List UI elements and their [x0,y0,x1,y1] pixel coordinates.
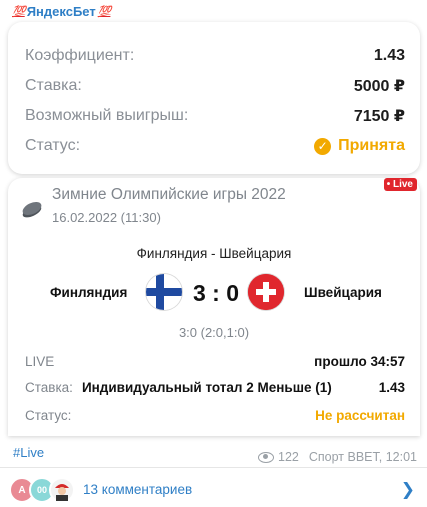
hundred-emoji-icon: 💯 [12,5,26,18]
match-title: Финляндия - Швейцария [136,246,292,261]
live-row: LIVE прошло 34:57 [25,350,405,372]
coefficient-value: 1.43 [373,47,405,64]
eye-icon [258,451,275,463]
check-circle-icon: ✓ [314,137,332,155]
author-time: Спорт BBET, 12:01 [308,450,417,464]
flag-switzerland-icon [248,274,284,310]
bet-row: Ставка: Индивидуальный тотал 2 Меньше (1… [25,376,405,398]
stake-row: Ставка: 5000 ₽ [25,75,405,97]
elapsed-time: прошло 34:57 [314,353,405,369]
hundred-emoji-icon: 💯 [97,5,112,18]
team-away: Швейцария [304,285,382,300]
live-badge: • Live [383,178,417,191]
possible-win-value: 7150 ₽ [353,108,405,125]
match-score: 3 : 0 [193,280,240,306]
event-datetime: 16.02.2022 (11:30) [52,210,161,225]
possible-win-row: Возможный выигрыш: 7150 ₽ [25,105,405,127]
status-value: Принята [338,137,405,154]
stake-value: 5000 ₽ [353,78,405,95]
bet-label: Ставка: [25,379,73,395]
stake-label: Ставка: [25,77,82,94]
avatar [49,477,75,503]
status-row: Статус: ✓ Принята [25,135,405,157]
event-status-label: Статус: [25,407,72,423]
flag-finland-icon [146,274,182,310]
bet-text: Индивидуальный тотал 2 Меньше (1) [81,379,332,395]
status-accepted: ✓ Принята [314,137,405,155]
event-card: • Live Зимние Олимпийские игры 2022 16.0… [8,178,420,436]
tournament-name: Зимние Олимпийские игры 2022 [52,186,286,203]
coefficient-label: Коэффициент: [25,47,135,64]
event-status-value: Не рассчитан [315,407,405,423]
bet-summary-card: Коэффициент: 1.43 Ставка: 5000 ₽ Возможн… [8,22,420,174]
event-status-row: Статус: Не рассчитан [25,404,405,426]
post-meta: 122 Спорт BBET, 12:01 [258,450,417,464]
live-label: LIVE [25,353,55,369]
possible-win-label: Возможный выигрыш: [25,107,189,124]
channel-title[interactable]: ЯндексБет [27,4,96,19]
bet-odds: 1.43 [378,379,405,395]
view-count: 122 [278,450,299,464]
team-home: Финляндия [50,285,128,300]
period-scores: 3:0 (2:0,1:0) [178,325,250,340]
chevron-right-icon[interactable]: ❯ [401,480,415,500]
comments-link[interactable]: 13 комментариев [83,482,192,497]
channel-header: 💯 ЯндексБет 💯 [12,1,112,21]
divider [0,467,427,468]
hashtag-link[interactable]: #Live [13,445,44,460]
status-label: Статус: [25,137,81,154]
bet-info: Ставка: Индивидуальный тотал 2 Меньше (1… [25,380,332,395]
coefficient-row: Коэффициент: 1.43 [25,45,405,67]
